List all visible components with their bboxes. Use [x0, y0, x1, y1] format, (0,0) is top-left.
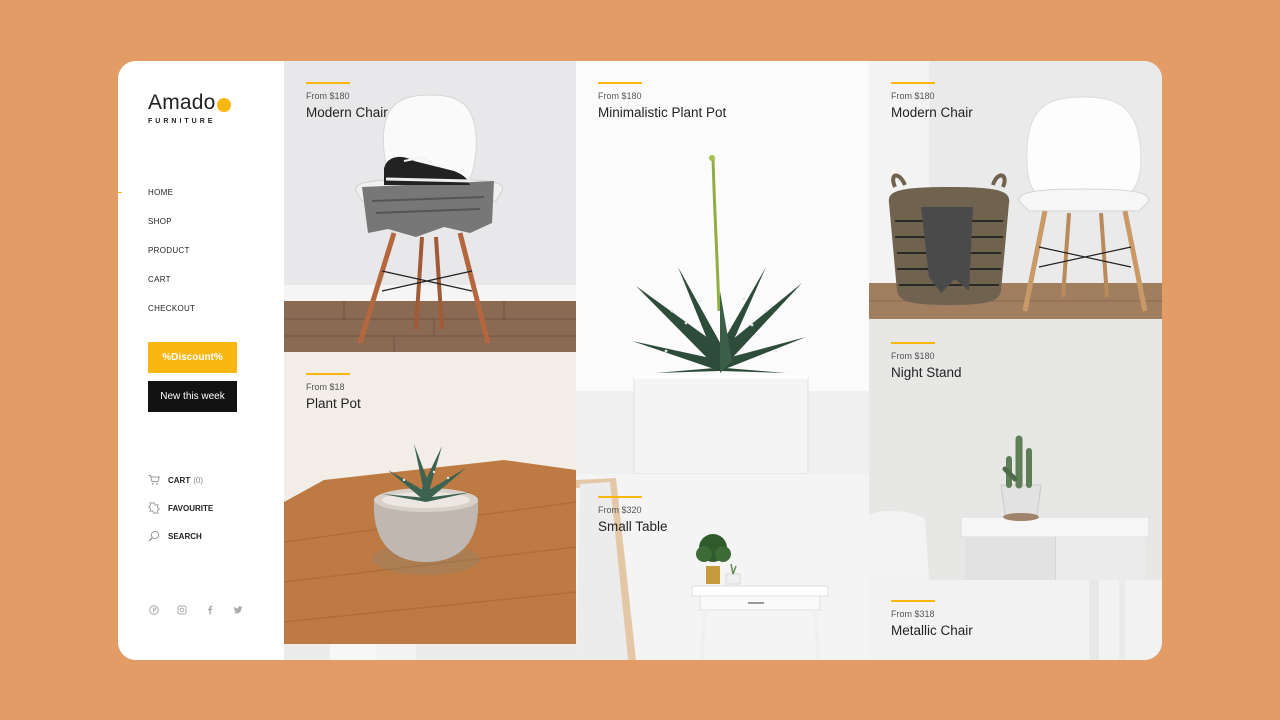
- active-nav-marker: [118, 192, 122, 193]
- accent-bar: [306, 373, 350, 375]
- twitter-icon[interactable]: [232, 604, 243, 615]
- product-tile-partial[interactable]: [284, 644, 576, 660]
- product-name[interactable]: Plant Pot: [306, 396, 361, 411]
- product-name[interactable]: Night Stand: [891, 365, 962, 380]
- sidebar: Amado FURNITURE HOME SHOP PRODUCT CART C…: [118, 61, 284, 660]
- nav-item-checkout[interactable]: CHECKOUT: [148, 304, 195, 333]
- product-info: From $18 Plant Pot: [306, 373, 361, 411]
- app-frame: Amado FURNITURE HOME SHOP PRODUCT CART C…: [118, 61, 1162, 660]
- product-name[interactable]: Modern Chair: [891, 105, 973, 120]
- accent-bar: [891, 82, 935, 84]
- cart-link[interactable]: CART (0): [148, 466, 213, 494]
- product-price: From $320: [598, 505, 642, 515]
- favourite-icon: [148, 502, 160, 514]
- product-name[interactable]: Small Table: [598, 519, 668, 534]
- cart-label: CART: [168, 475, 191, 485]
- nav-item-cart[interactable]: CART: [148, 275, 195, 304]
- nav-item-shop[interactable]: SHOP: [148, 217, 195, 246]
- product-tile[interactable]: From $180 Minimalistic Plant Pot: [576, 61, 869, 474]
- product-image-plant-pot: [576, 61, 869, 474]
- accent-bar: [598, 496, 642, 498]
- logo-subtitle: FURNITURE: [148, 118, 216, 125]
- product-info: From $180 Minimalistic Plant Pot: [598, 82, 726, 120]
- product-name[interactable]: Modern Chair: [306, 105, 388, 120]
- product-price: From $180: [891, 351, 935, 361]
- product-tile[interactable]: From $180 Modern Chair: [869, 61, 1162, 319]
- accent-bar: [598, 82, 642, 84]
- accent-bar: [306, 82, 350, 84]
- product-info: From $180 Modern Chair: [306, 82, 388, 120]
- search-label: SEARCH: [168, 531, 202, 541]
- instagram-icon[interactable]: [176, 604, 187, 615]
- favourite-label: FAVOURITE: [168, 503, 214, 513]
- new-this-week-button[interactable]: New this week: [148, 381, 237, 412]
- product-tile[interactable]: From $18 Plant Pot: [284, 352, 576, 644]
- favourite-link[interactable]: FAVOURITE: [148, 494, 213, 522]
- product-price: From $180: [306, 91, 350, 101]
- accent-bar: [891, 342, 935, 344]
- cart-icon: [148, 474, 160, 486]
- discount-button[interactable]: %Discount%: [148, 342, 237, 373]
- product-info: From $320 Small Table: [598, 496, 668, 534]
- main-nav: HOME SHOP PRODUCT CART CHECKOUT: [148, 188, 195, 333]
- product-price: From $180: [891, 91, 935, 101]
- logo-dot: [216, 97, 231, 112]
- product-price: From $318: [891, 609, 935, 619]
- utility-links: CART (0) FAVOURITE SEARCH: [148, 466, 213, 550]
- search-icon: [148, 530, 160, 542]
- product-info: From $180 Night Stand: [891, 342, 962, 380]
- social-links: [148, 604, 243, 615]
- pinterest-icon[interactable]: [148, 604, 159, 615]
- logo-name: Amado: [148, 91, 216, 114]
- product-price: From $18: [306, 382, 345, 392]
- cart-count: (0): [193, 475, 203, 485]
- product-info: From $180 Modern Chair: [891, 82, 973, 120]
- facebook-icon[interactable]: [204, 604, 215, 615]
- logo[interactable]: Amado FURNITURE: [148, 91, 231, 125]
- product-tile[interactable]: From $180 Night Stand: [869, 319, 1162, 580]
- product-price: From $180: [598, 91, 642, 101]
- product-image-partial: [284, 644, 576, 660]
- accent-bar: [891, 600, 935, 602]
- product-tile[interactable]: From $320 Small Table: [576, 474, 869, 660]
- nav-item-home[interactable]: HOME: [148, 188, 195, 217]
- product-name[interactable]: Minimalistic Plant Pot: [598, 105, 726, 120]
- product-tile[interactable]: From $180 Modern Chair: [284, 61, 576, 352]
- nav-item-product[interactable]: PRODUCT: [148, 246, 195, 275]
- search-link[interactable]: SEARCH: [148, 522, 213, 550]
- product-name[interactable]: Metallic Chair: [891, 623, 973, 638]
- product-tile[interactable]: From $318 Metallic Chair: [869, 580, 1162, 660]
- product-info: From $318 Metallic Chair: [891, 600, 973, 638]
